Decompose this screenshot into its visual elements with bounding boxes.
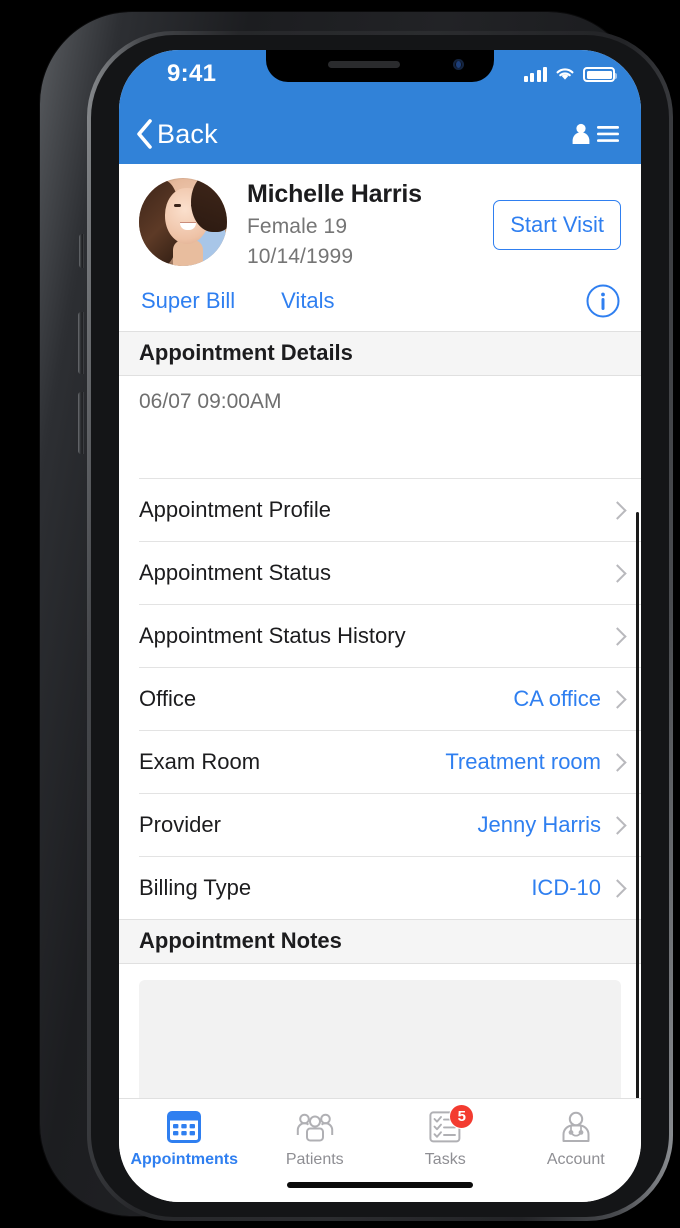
tab-label: Patients [285,1151,344,1168]
appointment-notes-input[interactable] [139,980,621,1098]
doctor-stethoscope-icon [559,1109,593,1145]
row-label: Appointment Profile [139,497,331,522]
row-value: Treatment room [445,749,601,774]
start-visit-button[interactable]: Start Visit [493,200,621,250]
tab-label: Account [546,1151,605,1168]
row-appointment-status[interactable]: Appointment Status [139,541,641,604]
tab-appointments[interactable]: Appointments [119,1109,250,1169]
chevron-right-icon [611,754,621,771]
wifi-icon [556,68,574,80]
row-label: Billing Type [139,875,252,900]
tab-label: Tasks [424,1151,466,1168]
tab-account[interactable]: Account [511,1109,642,1169]
tab-tasks[interactable]: 5 Tasks [380,1104,511,1169]
volume-down-button[interactable] [78,392,84,454]
appointment-notes-section-header: Appointment Notes [119,919,641,964]
info-circle-icon[interactable] [585,283,621,319]
appointment-datetime-spacer [119,414,641,478]
patient-header-card: Michelle Harris Female 19 10/14/1999 Sta… [119,164,641,331]
tasks-badge: 5 [449,1104,475,1129]
row-label: Exam Room [139,749,261,774]
tab-label: Appointments [130,1151,239,1168]
chevron-right-icon [611,817,621,834]
front-camera-icon [453,59,464,70]
patient-dob: 10/14/1999 [247,245,354,268]
vitals-link[interactable]: Vitals [281,288,334,314]
tab-patients[interactable]: Patients [250,1109,381,1169]
back-button[interactable]: Back [133,117,218,151]
row-appointment-profile[interactable]: Appointment Profile [139,478,641,541]
chevron-right-icon [611,691,621,708]
people-group-icon [296,1109,334,1145]
chevron-left-icon [137,119,152,149]
row-appointment-status-history[interactable]: Appointment Status History [139,604,641,667]
device-notch [266,50,494,82]
list-lines-glyph [597,126,619,142]
row-provider[interactable]: Provider Jenny Harris [139,793,641,856]
home-indicator[interactable] [287,1182,473,1188]
row-label: Provider [139,812,221,837]
status-bar-time: 9:41 [167,60,217,87]
earpiece-speaker-icon [328,61,400,68]
patient-quick-links: Super Bill Vitals [139,283,621,331]
chevron-right-icon [611,502,621,519]
volume-up-button[interactable] [78,312,84,374]
navigation-bar: Back [119,104,641,164]
row-label: Appointment Status History [139,623,406,648]
battery-icon [583,67,617,82]
patient-name: Michelle Harris [247,180,422,208]
super-bill-link[interactable]: Super Bill [141,288,235,314]
checklist-icon: 5 [429,1104,475,1145]
patient-demographics: Female 19 [247,215,348,238]
mute-switch-button[interactable] [79,234,84,268]
status-bar-icons [523,66,617,82]
chevron-right-icon [611,565,621,582]
chevron-right-icon [611,880,621,897]
row-value: ICD-10 [531,875,601,900]
patient-top-row: Michelle Harris Female 19 10/14/1999 Sta… [139,178,621,269]
row-label: Appointment Status [139,560,332,585]
row-value: CA office [513,686,601,711]
contact-list-icon[interactable] [570,122,619,146]
patient-info: Michelle Harris Female 19 10/14/1999 [227,178,493,269]
back-button-label: Back [157,118,218,149]
patient-avatar [139,178,227,266]
person-glyph [572,123,590,144]
row-office[interactable]: Office CA office [139,667,641,730]
bottom-tab-bar: Appointments Patients 5 Tasks Account [119,1098,641,1202]
calendar-icon [167,1109,202,1145]
chevron-right-icon [611,628,621,645]
cellular-signal-icon [523,67,547,82]
vertical-scrollbar[interactable] [636,512,639,1098]
phone-screen: 9:41 Back Michelle Harris Female 19 10/1… [119,50,641,1202]
row-billing-type[interactable]: Billing Type ICD-10 [139,856,641,919]
scroll-content[interactable]: Michelle Harris Female 19 10/14/1999 Sta… [119,164,641,1098]
row-exam-room[interactable]: Exam Room Treatment room [139,730,641,793]
appointment-datetime: 06/07 09:00AM [139,390,282,413]
row-value: Jenny Harris [477,812,601,837]
phone-device-frame: 9:41 Back Michelle Harris Female 19 10/1… [40,12,673,1221]
row-label: Office [139,686,197,711]
appointment-details-section-header: Appointment Details [119,331,641,376]
